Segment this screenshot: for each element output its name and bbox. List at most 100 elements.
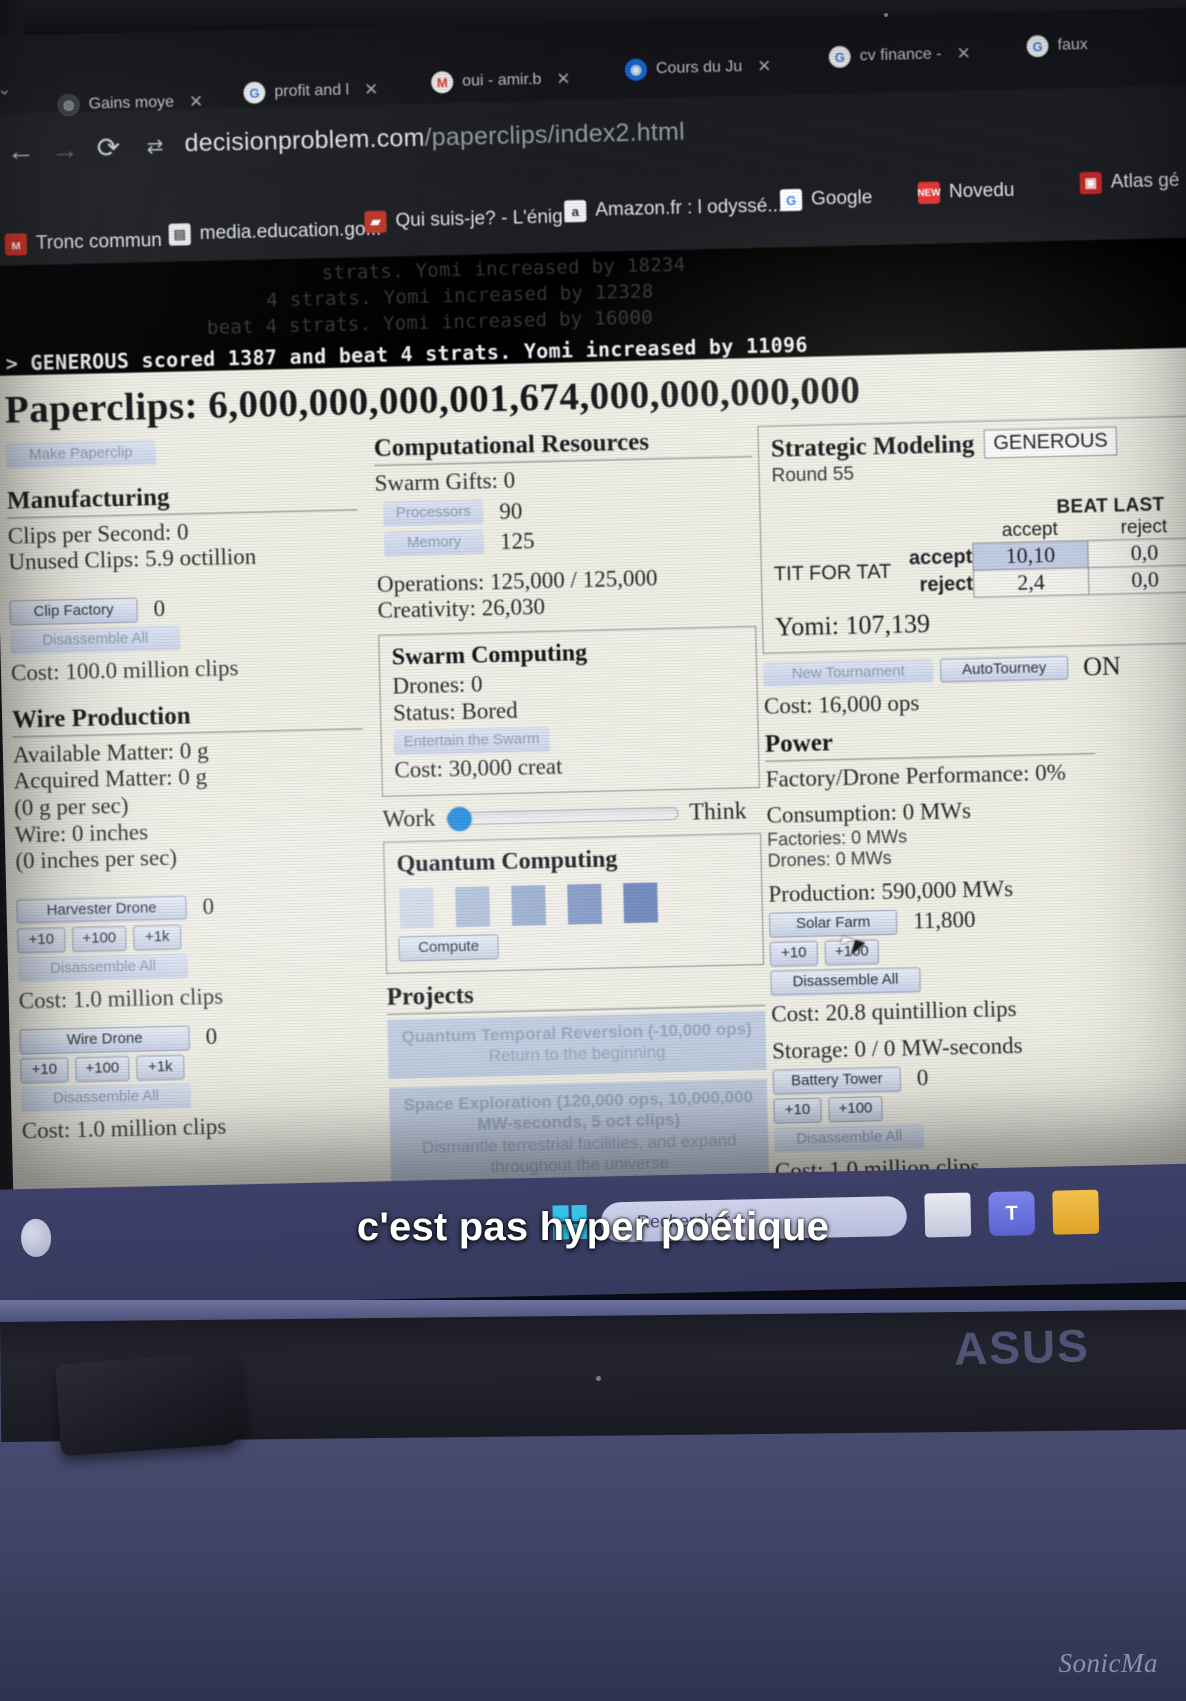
- tab-faux[interactable]: G faux: [1014, 20, 1098, 72]
- bookmark-label: Google: [810, 187, 873, 210]
- battery-plus10-button[interactable]: +10: [773, 1097, 822, 1124]
- bookmark-label: Tronc commun: [35, 229, 163, 254]
- sonicmaster-brand-label: SonicMa: [1058, 1648, 1158, 1678]
- solar-farm-button[interactable]: Solar Farm: [768, 909, 898, 938]
- clip-factory-disassemble-all-button[interactable]: Disassemble All: [9, 625, 181, 655]
- wire-drone-increment-row: +10 +100 +1k: [20, 1050, 370, 1084]
- tab-close-icon[interactable]: ✕: [757, 57, 772, 77]
- url-domain: decisionproblem.com: [184, 123, 425, 158]
- blue-app-icon: ◉: [624, 58, 648, 81]
- harvester-plus1k-button[interactable]: +1k: [133, 924, 182, 951]
- new-tournament-button[interactable]: New Tournament: [762, 658, 934, 688]
- memory-button[interactable]: Memory: [383, 529, 485, 557]
- harvester-plus100-button[interactable]: +100: [72, 925, 127, 952]
- tab-close-icon[interactable]: ✕: [956, 44, 971, 64]
- wire-drone-plus1k-button[interactable]: +1k: [136, 1054, 185, 1081]
- bookmark-label: Novedu: [948, 179, 1015, 203]
- harvester-plus10-button[interactable]: +10: [17, 927, 66, 954]
- bookmark-amazon[interactable]: a Amazon.fr : l odyssé...: [564, 195, 783, 223]
- solar-plus10-button[interactable]: +10: [769, 941, 819, 968]
- column-computation: Computational Resources Swarm Gifts: 0 P…: [373, 426, 770, 1196]
- swarm-computing-panel: Swarm Computing Drones: 0 Status: Bored …: [378, 626, 760, 797]
- tab-cours-du-ju[interactable]: ◉ Cours du Ju ✕: [612, 41, 782, 95]
- book-icon: ▰: [364, 210, 387, 234]
- wire-drone-disassemble-all-button[interactable]: Disassemble All: [20, 1083, 192, 1113]
- think-label: Think: [688, 798, 747, 826]
- forward-icon[interactable]: →: [50, 134, 79, 167]
- project-quantum-temporal-reversion[interactable]: Quantum Temporal Reversion (-10,000 ops)…: [387, 1010, 767, 1079]
- dust-speck: [596, 1376, 601, 1381]
- wire-drone-plus10-button[interactable]: +10: [20, 1057, 69, 1084]
- tune-icon[interactable]: ⇄: [146, 134, 163, 159]
- quantum-chip[interactable]: [399, 887, 435, 929]
- swarm-gifts: Swarm Gifts: 0: [374, 467, 516, 496]
- bookmark-tronc-commun[interactable]: м Tronc commun: [4, 229, 163, 256]
- strategy-select[interactable]: GENEROUS: [983, 426, 1118, 459]
- battery-plus100-button[interactable]: +100: [828, 1096, 883, 1123]
- battery-tower-row: Battery Tower 0: [772, 1058, 1186, 1095]
- tab-close-icon[interactable]: ✕: [364, 80, 379, 100]
- m-icon: м: [4, 233, 28, 256]
- bookmark-novedu[interactable]: NEW Novedu: [917, 179, 1015, 205]
- strategy-row-label: TIT FOR TAT: [773, 560, 892, 586]
- tab-label: cv finance -: [859, 45, 942, 65]
- laptop-screen: ⌄ ◍ Gains moye ✕ G profit and l ✕ M oui …: [0, 7, 1186, 1196]
- address-bar[interactable]: decisionproblem.com/paperclips/index2.ht…: [184, 118, 685, 159]
- url-path: /paperclips/index2.html: [424, 117, 686, 152]
- news-icon: NEW: [917, 181, 941, 205]
- harvester-disassemble-all-button[interactable]: Disassemble All: [17, 953, 189, 983]
- gmail-icon: M: [430, 71, 454, 94]
- entertain-the-swarm-button[interactable]: Entertain the Swarm: [393, 727, 550, 756]
- solar-plus100-button[interactable]: +100: [824, 939, 880, 966]
- battery-disassemble-all-button[interactable]: Disassemble All: [773, 1124, 925, 1153]
- clip-factory-count: 0: [153, 596, 166, 622]
- bookmark-google[interactable]: G Google: [779, 187, 873, 212]
- memory-row: Memory 125: [383, 523, 755, 558]
- quantum-chip[interactable]: [511, 884, 547, 926]
- bookmark-qui-suis-je[interactable]: ▰ Qui suis-je? - L'énig...: [364, 206, 579, 234]
- tournament-button-row: New Tournament AutoTourney ON: [762, 649, 1186, 690]
- google-icon: G: [1026, 34, 1049, 58]
- solar-disassemble-all-button[interactable]: Disassemble All: [770, 967, 921, 996]
- reload-icon[interactable]: ⟳: [96, 131, 120, 165]
- harvester-drone-button[interactable]: Harvester Drone: [16, 895, 187, 924]
- harvester-drone-count: 0: [202, 893, 215, 920]
- bookmark-media-education[interactable]: ▤ media.education.go...: [168, 219, 382, 246]
- battery-increment-row: +10 +100: [773, 1088, 1186, 1124]
- back-icon[interactable]: ←: [6, 135, 35, 168]
- tab-cv-finance[interactable]: G cv finance - ✕: [816, 29, 981, 83]
- payoff-matrix: BEAT LAST accept reject TIT FOR TAT acce…: [772, 494, 1186, 603]
- payoff-col-header-reject: reject: [1120, 516, 1168, 539]
- payoff-cell: 10,10: [972, 540, 1089, 571]
- compute-button[interactable]: Compute: [398, 934, 499, 962]
- tab-close-icon[interactable]: ✕: [556, 69, 571, 89]
- quantum-chip[interactable]: [567, 883, 603, 925]
- column-manufacturing: Make Paperclip Manufacturing Clips per S…: [5, 435, 372, 1145]
- processors-button[interactable]: Processors: [383, 499, 484, 527]
- page-icon: ▤: [168, 223, 191, 246]
- make-paperclip-button[interactable]: Make Paperclip: [5, 440, 157, 469]
- tab-list-chevron-icon[interactable]: ⌄: [0, 79, 12, 99]
- work-think-slider[interactable]: Work Think: [382, 798, 761, 834]
- payoff-cell: 0,0: [1088, 565, 1186, 595]
- quantum-chip[interactable]: [623, 882, 659, 924]
- solar-farm-row: Solar Farm 11,800: [768, 902, 1186, 939]
- wire-drone-count: 0: [205, 1024, 218, 1050]
- wire-drone-plus100-button[interactable]: +100: [75, 1056, 130, 1083]
- tab-label: oui - amir.b: [461, 70, 542, 90]
- slider-thumb[interactable]: [447, 806, 472, 832]
- auto-tourney-button[interactable]: AutoTourney: [939, 655, 1069, 684]
- bookmark-label: Atlas gé: [1110, 169, 1180, 193]
- battery-tower-button[interactable]: Battery Tower: [772, 1066, 902, 1095]
- memory-count: 125: [499, 527, 535, 554]
- swarm-cost: Cost: 30,000 creat: [394, 753, 563, 783]
- bookmark-atlas[interactable]: ▣ Atlas gé: [1079, 169, 1180, 195]
- project-description: Dismantle terrestrial facilities, and ex…: [421, 1130, 737, 1177]
- video-caption: c'est pas hyper poétique: [356, 1205, 830, 1249]
- quantum-chip[interactable]: [455, 886, 491, 927]
- wire-drone-button[interactable]: Wire Drone: [19, 1025, 190, 1055]
- clip-factory-button[interactable]: Clip Factory: [9, 597, 138, 626]
- slider-track[interactable]: [446, 806, 679, 832]
- payoff-col-header-accept: accept: [1001, 518, 1059, 542]
- google-icon: G: [243, 81, 266, 104]
